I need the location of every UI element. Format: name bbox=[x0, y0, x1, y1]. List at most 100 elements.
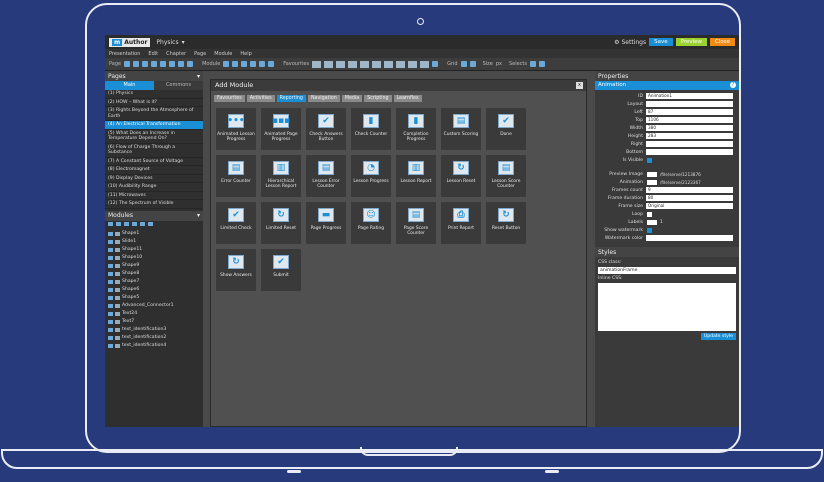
eye-icon[interactable] bbox=[108, 263, 113, 268]
property-input[interactable]: 87 bbox=[646, 109, 733, 115]
watermark-color-input[interactable] bbox=[646, 235, 733, 241]
module-tool-icon[interactable] bbox=[241, 61, 248, 67]
module-tile[interactable]: ▤ Custom Scoring bbox=[441, 108, 481, 150]
property-input[interactable]: 1106 bbox=[646, 117, 733, 123]
lock-icon[interactable] bbox=[115, 343, 120, 348]
module-tool-icon[interactable] bbox=[148, 221, 153, 226]
module-item[interactable]: Shape6 bbox=[105, 286, 203, 294]
lock-icon[interactable] bbox=[115, 311, 120, 316]
page-tool-icon[interactable] bbox=[133, 61, 140, 67]
module-tile[interactable]: ▤ Page Score Counter bbox=[396, 202, 436, 244]
preview-image-button[interactable] bbox=[647, 171, 657, 177]
lock-icon[interactable] bbox=[115, 239, 120, 244]
module-tile[interactable]: ↻ Show Answers bbox=[216, 249, 256, 291]
update-style-button[interactable]: Update style bbox=[700, 333, 736, 340]
lock-icon[interactable] bbox=[115, 295, 120, 300]
module-item[interactable]: Shape9 bbox=[105, 262, 203, 270]
module-tile[interactable]: ▬ Page Progress bbox=[306, 202, 346, 244]
help-icon[interactable]: ? bbox=[730, 82, 736, 88]
module-tool-icon[interactable] bbox=[223, 61, 230, 67]
inline-css-textarea[interactable] bbox=[598, 283, 736, 331]
eye-icon[interactable] bbox=[108, 255, 113, 260]
category-tab[interactable]: Scripting bbox=[364, 95, 392, 102]
page-item[interactable]: (6) Flow of Charge Through a Substance bbox=[105, 144, 203, 158]
module-tool-icon[interactable] bbox=[140, 221, 145, 226]
module-tile[interactable]: ⎙ Print Report bbox=[441, 202, 481, 244]
module-item[interactable]: Shape8 bbox=[105, 270, 203, 278]
module-item[interactable]: text_identification3 bbox=[105, 326, 203, 334]
module-tool-icon[interactable] bbox=[132, 221, 137, 226]
loop-checkbox[interactable] bbox=[647, 211, 652, 217]
page-item[interactable]: (9) Display Devices bbox=[105, 175, 203, 183]
lock-icon[interactable] bbox=[115, 247, 120, 252]
module-item[interactable]: Shape5 bbox=[105, 294, 203, 302]
eye-icon[interactable] bbox=[108, 319, 113, 324]
category-tab[interactable]: Activities bbox=[246, 95, 275, 102]
menu-edit[interactable]: Edit bbox=[148, 51, 158, 57]
module-tile[interactable]: ◔ Lesson Progress bbox=[351, 155, 391, 197]
property-input[interactable]: 283 bbox=[646, 133, 733, 139]
module-tile[interactable]: ✔ Check Answers Button bbox=[306, 108, 346, 150]
property-input[interactable]: 380 bbox=[646, 125, 733, 131]
eye-icon[interactable] bbox=[108, 327, 113, 332]
module-tile[interactable]: ↻ Reset Button bbox=[486, 202, 526, 244]
module-item[interactable]: Shape10 bbox=[105, 254, 203, 262]
page-tool-icon[interactable] bbox=[169, 61, 176, 67]
module-tool-icon[interactable] bbox=[116, 221, 121, 226]
module-tile[interactable]: ✔ Submit bbox=[261, 249, 301, 291]
preview-button[interactable]: Preview bbox=[675, 38, 708, 46]
page-tool-icon[interactable] bbox=[160, 61, 167, 67]
page-item[interactable]: (8) Electromagnet bbox=[105, 166, 203, 175]
lock-icon[interactable] bbox=[115, 327, 120, 332]
eye-icon[interactable] bbox=[108, 231, 113, 236]
property-input[interactable]: Animation1 bbox=[646, 93, 733, 99]
module-tile[interactable]: ▤ Lesson Score Counter bbox=[486, 155, 526, 197]
module-item[interactable]: Shape11 bbox=[105, 246, 203, 254]
close-icon[interactable]: x bbox=[576, 82, 583, 89]
page-item[interactable]: (11) Microwaves bbox=[105, 192, 203, 200]
settings-button[interactable]: Settings bbox=[621, 39, 646, 46]
page-item[interactable]: (10) Audibility Range bbox=[105, 183, 203, 192]
module-tile[interactable]: ↻ Limited Reset bbox=[261, 202, 301, 244]
eye-icon[interactable] bbox=[108, 335, 113, 340]
favourite-module-icon[interactable] bbox=[384, 60, 394, 68]
tab-commons[interactable]: Commons bbox=[154, 81, 203, 90]
frame-duration-input[interactable]: 80 bbox=[646, 195, 733, 201]
grid-icon[interactable] bbox=[460, 61, 467, 67]
page-item[interactable]: (5) What Does an Increase in Temperature… bbox=[105, 130, 203, 144]
lock-icon[interactable] bbox=[115, 303, 120, 308]
save-button[interactable]: Save bbox=[649, 38, 673, 46]
lock-icon[interactable] bbox=[115, 271, 120, 276]
select-icon[interactable] bbox=[530, 61, 536, 67]
css-class-select[interactable]: animationFrame bbox=[598, 267, 736, 274]
lock-icon[interactable] bbox=[115, 319, 120, 324]
favourite-module-icon[interactable] bbox=[420, 60, 430, 68]
gear-icon[interactable]: ⚙ bbox=[614, 39, 619, 46]
eye-icon[interactable] bbox=[108, 247, 113, 252]
lock-icon[interactable] bbox=[115, 287, 120, 292]
favourite-module-icon[interactable] bbox=[372, 60, 382, 68]
module-tile[interactable]: ▮ Check Counter bbox=[351, 108, 391, 150]
module-item[interactable]: text_identification4 bbox=[105, 342, 203, 350]
module-tile[interactable]: ✔ Done bbox=[486, 108, 526, 150]
favourite-module-icon[interactable] bbox=[324, 60, 334, 68]
labels-button[interactable] bbox=[647, 219, 657, 225]
is-visible-checkbox[interactable] bbox=[647, 157, 652, 163]
module-tile[interactable]: ▤ Lesson Error Counter bbox=[306, 155, 346, 197]
module-tile[interactable]: ••• Animated Lesson Progress bbox=[216, 108, 256, 150]
eye-icon[interactable] bbox=[108, 239, 113, 244]
module-tool-icon[interactable] bbox=[259, 61, 266, 67]
lock-icon[interactable] bbox=[115, 255, 120, 260]
module-tile[interactable]: ☺ Page Rating bbox=[351, 202, 391, 244]
module-item[interactable]: text_identification2 bbox=[105, 334, 203, 342]
module-item[interactable]: Advanced_Connector1 bbox=[105, 302, 203, 310]
lock-icon[interactable] bbox=[115, 335, 120, 340]
frame-size-select[interactable]: Original bbox=[646, 203, 733, 209]
favourite-module-icon[interactable] bbox=[312, 60, 322, 68]
page-item[interactable]: (1) Physics bbox=[105, 90, 203, 99]
menu-presentation[interactable]: Presentation bbox=[109, 51, 140, 57]
page-tool-icon[interactable] bbox=[142, 61, 149, 67]
category-tab[interactable]: Learnflex bbox=[393, 95, 422, 102]
lock-icon[interactable] bbox=[115, 263, 120, 268]
page-tool-icon[interactable] bbox=[151, 61, 158, 67]
